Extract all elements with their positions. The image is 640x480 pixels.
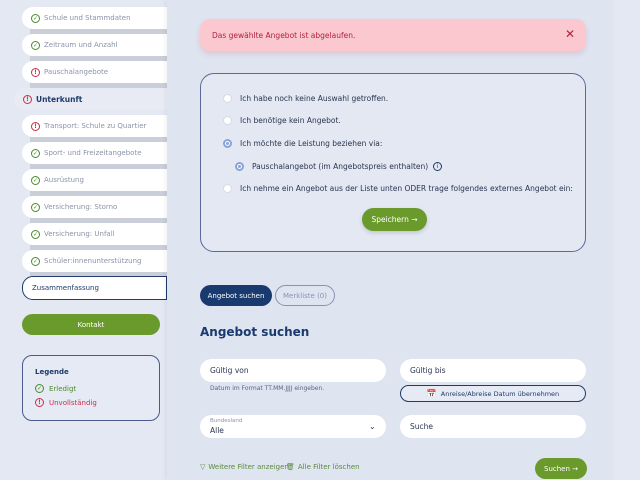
close-icon[interactable]: ✕	[565, 27, 575, 41]
calendar-icon: 📅	[426, 389, 437, 398]
option-label: Ich möchte die Leistung beziehen via:	[240, 139, 383, 148]
clear-filters-link[interactable]: 🗑 Alle Filter löschen	[286, 463, 360, 471]
sidebar-item-label: Ausrüstung	[44, 176, 84, 184]
option-pauschal[interactable]: Pauschalangebot (im Angebotspreis enthal…	[235, 162, 443, 171]
legend-box: Legende ✓ Erledigt ! Unvollständig	[22, 355, 160, 421]
sidebar-item-unfall[interactable]: ✓ Versicherung: Unfall	[22, 223, 167, 250]
sidebar-item-sport[interactable]: ✓ Sport- und Freizeitangebote	[22, 142, 167, 169]
more-filters-label: Weitere Filter anzeigen	[208, 463, 289, 471]
check-circle-icon: ✓	[31, 256, 40, 266]
check-circle-icon: ✓	[35, 384, 44, 393]
sidebar-item-transport[interactable]: ! Transport: Schule zu Quartier	[22, 115, 167, 142]
check-circle-icon: ✓	[31, 13, 40, 23]
legend-incomplete-label: Unvollständig	[49, 398, 97, 407]
sidebar-item-ausruestung[interactable]: ✓ Ausrüstung	[22, 169, 167, 196]
radio-button[interactable]	[223, 94, 232, 103]
sidebar-item-schule[interactable]: ✓ Schule und Stammdaten	[22, 7, 167, 34]
radio-button-checked[interactable]	[235, 162, 244, 171]
sidebar-item-label: Versicherung: Unfall	[44, 230, 115, 238]
field-placeholder: Gültig bis	[410, 366, 446, 375]
option-label: Ich habe noch keine Auswahl getroffen.	[240, 94, 389, 103]
sidebar-item-label: Schüler:innenunterstützung	[44, 257, 142, 265]
alert-circle-icon: !	[23, 94, 32, 104]
sidebar-item-unterkunft[interactable]: ! Unterkunft	[14, 88, 167, 110]
sidebar-item-label: Schule und Stammdaten	[44, 14, 131, 22]
tab-search[interactable]: Angebot suchen	[200, 285, 272, 306]
contact-button[interactable]: Kontakt	[22, 314, 160, 335]
radio-button[interactable]	[223, 184, 232, 193]
sidebar-item-label: Zusammenfassung	[32, 284, 99, 292]
field-placeholder: Suche	[410, 422, 434, 431]
save-button[interactable]: Speichern →	[362, 208, 427, 231]
sidebar-item-label: Versicherung: Storno	[44, 203, 118, 211]
state-value: Alle	[210, 426, 224, 435]
legend-done: ✓ Erledigt	[35, 384, 147, 393]
filter-icon: ▽	[200, 463, 206, 471]
option-label: Pauschalangebot (im Angebotspreis enthal…	[252, 162, 429, 171]
alert-circle-icon: !	[35, 398, 44, 407]
legend-done-label: Erledigt	[49, 384, 77, 393]
alert-circle-icon: !	[31, 67, 40, 77]
clear-filters-label: Alle Filter löschen	[297, 463, 360, 471]
date-hint: Datum im Format TT.MM.JJJJ eingeben.	[210, 385, 325, 392]
sidebar-item-summary[interactable]: Zusammenfassung	[22, 276, 167, 300]
options-box: Ich habe noch keine Auswahl getroffen. I…	[200, 73, 586, 252]
search-input[interactable]: Suche	[400, 415, 586, 438]
alert-circle-icon: !	[31, 121, 40, 131]
tab-watchlist[interactable]: Merkliste (0)	[275, 285, 335, 306]
valid-from-field[interactable]: Gültig von	[200, 359, 386, 382]
check-circle-icon: ✓	[31, 202, 40, 212]
section-title: Angebot suchen	[200, 325, 310, 339]
check-circle-icon: ✓	[31, 148, 40, 158]
sidebar: ✓ Schule und Stammdaten ✓ Zeitraum und A…	[0, 0, 167, 480]
sidebar-item-storno[interactable]: ✓ Versicherung: Storno	[22, 196, 167, 223]
option-external[interactable]: Ich nehme ein Angebot aus der Liste unte…	[223, 184, 573, 193]
check-circle-icon: ✓	[31, 175, 40, 185]
alert-message: Das gewählte Angebot ist abgelaufen.	[212, 30, 356, 40]
apply-dates-label: Anreise/Abreise Datum übernehmen	[440, 389, 560, 398]
field-placeholder: Gültig von	[210, 366, 249, 375]
more-filters-link[interactable]: ▽ Weitere Filter anzeigen	[200, 463, 289, 471]
sidebar-item-label: Sport- und Freizeitangebote	[44, 149, 142, 157]
sidebar-item-label: Zeitraum und Anzahl	[44, 41, 118, 49]
option-no-selection[interactable]: Ich habe noch keine Auswahl getroffen.	[223, 94, 388, 103]
check-circle-icon: ✓	[31, 229, 40, 239]
sidebar-item-label: Pauschalangebote	[44, 68, 109, 76]
legend-incomplete: ! Unvollständig	[35, 398, 147, 407]
sidebar-item-pauschal[interactable]: ! Pauschalangebote	[22, 61, 167, 88]
option-label: Ich nehme ein Angebot aus der Liste unte…	[240, 184, 573, 193]
chevron-down-icon: ⌄	[369, 422, 376, 431]
search-button[interactable]: Suchen →	[535, 458, 587, 479]
sidebar-item-label: Unterkunft	[36, 94, 83, 104]
trash-icon: 🗑	[286, 463, 295, 471]
expired-alert: Das gewählte Angebot ist abgelaufen. ✕	[200, 19, 586, 51]
sidebar-item-unterstuetzung[interactable]: ✓ Schüler:innenunterstützung	[22, 250, 167, 277]
radio-button[interactable]	[223, 116, 232, 125]
check-circle-icon: ✓	[31, 40, 40, 50]
option-no-offer[interactable]: Ich benötige kein Angebot.	[223, 116, 341, 125]
radio-button-checked[interactable]	[223, 139, 232, 148]
state-label: Bundesland	[210, 418, 243, 424]
legend-title: Legende	[35, 368, 69, 376]
info-icon[interactable]: i	[433, 162, 443, 171]
apply-dates-button[interactable]: 📅 Anreise/Abreise Datum übernehmen	[400, 385, 586, 402]
sidebar-item-zeitraum[interactable]: ✓ Zeitraum und Anzahl	[22, 34, 167, 61]
option-label: Ich benötige kein Angebot.	[240, 116, 341, 125]
valid-to-field[interactable]: Gültig bis	[400, 359, 586, 382]
option-via[interactable]: Ich möchte die Leistung beziehen via:	[223, 139, 382, 148]
sidebar-item-label: Transport: Schule zu Quartier	[44, 122, 147, 130]
